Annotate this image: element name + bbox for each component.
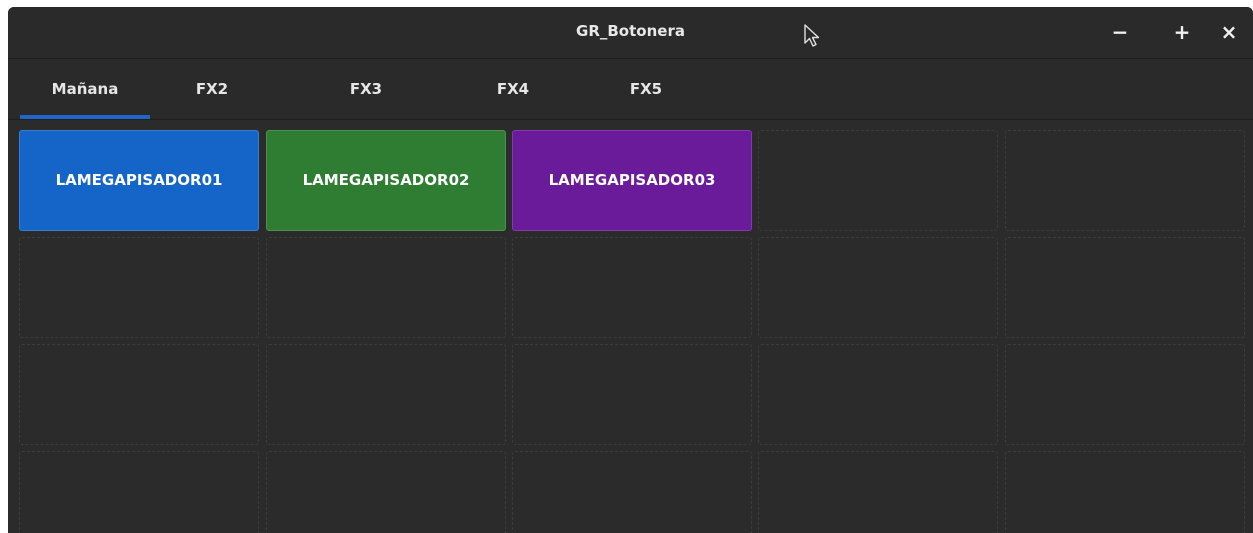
active-tab-indicator bbox=[20, 115, 150, 119]
sound-button-1[interactable]: LAMEGAPISADOR01 bbox=[19, 130, 259, 231]
window-title: GR_Botonera bbox=[576, 22, 685, 40]
tab-fx3[interactable]: FX3 bbox=[331, 59, 401, 119]
empty-slot[interactable] bbox=[1005, 237, 1245, 338]
empty-slot[interactable] bbox=[19, 451, 259, 533]
empty-slot[interactable] bbox=[1005, 344, 1245, 445]
empty-slot[interactable] bbox=[1005, 130, 1245, 231]
empty-slot[interactable] bbox=[512, 344, 752, 445]
empty-slot[interactable] bbox=[266, 237, 506, 338]
tab-manana[interactable]: Mañana bbox=[20, 59, 150, 119]
empty-slot[interactable] bbox=[758, 130, 998, 231]
tab-bar: Mañana FX2 FX3 FX4 FX5 bbox=[8, 59, 1253, 120]
empty-slot[interactable] bbox=[758, 451, 998, 533]
empty-slot[interactable] bbox=[19, 344, 259, 445]
sound-button-3[interactable]: LAMEGAPISADOR03 bbox=[512, 130, 752, 231]
title-bar[interactable]: GR_Botonera − + × bbox=[8, 7, 1253, 59]
tab-fx4[interactable]: FX4 bbox=[478, 59, 548, 119]
close-button[interactable]: × bbox=[1216, 19, 1242, 45]
app-window: GR_Botonera − + × Mañana FX2 FX3 FX4 FX5… bbox=[8, 7, 1253, 533]
empty-slot[interactable] bbox=[19, 237, 259, 338]
empty-slot[interactable] bbox=[1005, 451, 1245, 533]
empty-slot[interactable] bbox=[512, 237, 752, 338]
tab-fx5[interactable]: FX5 bbox=[611, 59, 681, 119]
empty-slot[interactable] bbox=[512, 451, 752, 533]
tab-fx2[interactable]: FX2 bbox=[177, 59, 247, 119]
empty-slot[interactable] bbox=[758, 344, 998, 445]
sound-button-2[interactable]: LAMEGAPISADOR02 bbox=[266, 130, 506, 231]
minimize-button[interactable]: − bbox=[1107, 19, 1133, 45]
empty-slot[interactable] bbox=[266, 451, 506, 533]
empty-slot[interactable] bbox=[266, 344, 506, 445]
maximize-button[interactable]: + bbox=[1169, 19, 1195, 45]
mouse-cursor-icon bbox=[804, 24, 820, 47]
empty-slot[interactable] bbox=[758, 237, 998, 338]
button-grid: LAMEGAPISADOR01 LAMEGAPISADOR02 LAMEGAPI… bbox=[19, 130, 1250, 533]
